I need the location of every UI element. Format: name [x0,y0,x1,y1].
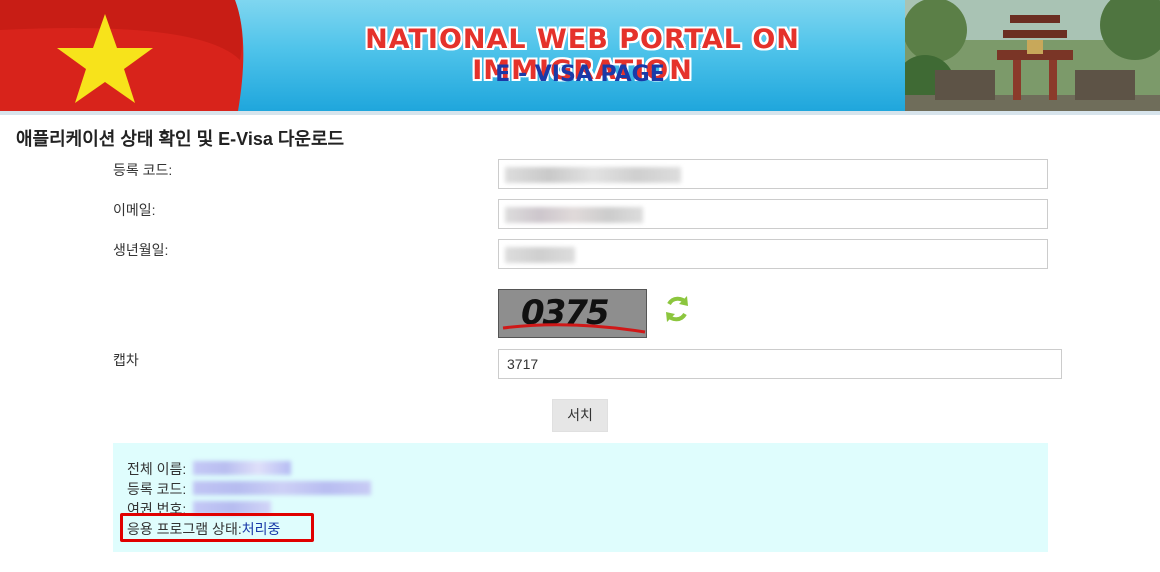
full-name-row: 전체 이름: [127,459,186,479]
email-field[interactable] [498,199,1048,229]
dob-label: 생년월일: [113,242,169,258]
registration-code-row: 등록 코드: [127,479,186,499]
page-title: 애플리케이션 상태 확인 및 E-Visa 다운로드 [16,129,345,149]
header-banner: NATIONAL WEB PORTAL ON IMMIGRATION E - V… [0,0,1160,111]
banner-subtitle: E - VISA PAGE [495,62,665,87]
captcha-label: 캡차 [113,352,139,368]
refresh-captcha-icon[interactable] [660,292,694,326]
dob-field[interactable] [498,239,1048,269]
temple-image [905,0,1160,111]
vietnam-flag-image [0,0,244,111]
full-name-label: 전체 이름: [127,461,187,477]
search-button[interactable]: 서치 [552,399,608,432]
status-highlight-box [120,513,314,542]
email-label: 이메일: [113,202,156,218]
registration-code-field[interactable] [498,159,1048,189]
captcha-image: 0375 [498,289,647,338]
redacted-value [505,167,681,183]
redacted-value [505,247,575,263]
banner-divider [0,111,1160,115]
registration-code-label: 등록 코드: [113,162,173,178]
redacted-registration-code [193,481,371,495]
captcha-input[interactable]: 3717 [498,349,1062,379]
redacted-value [505,207,643,223]
result-registration-code-label: 등록 코드: [127,481,187,497]
redacted-full-name [193,461,291,475]
result-panel: 전체 이름: 등록 코드: 여권 번호: 응용 프로그램 상태:처리중 [113,443,1048,552]
